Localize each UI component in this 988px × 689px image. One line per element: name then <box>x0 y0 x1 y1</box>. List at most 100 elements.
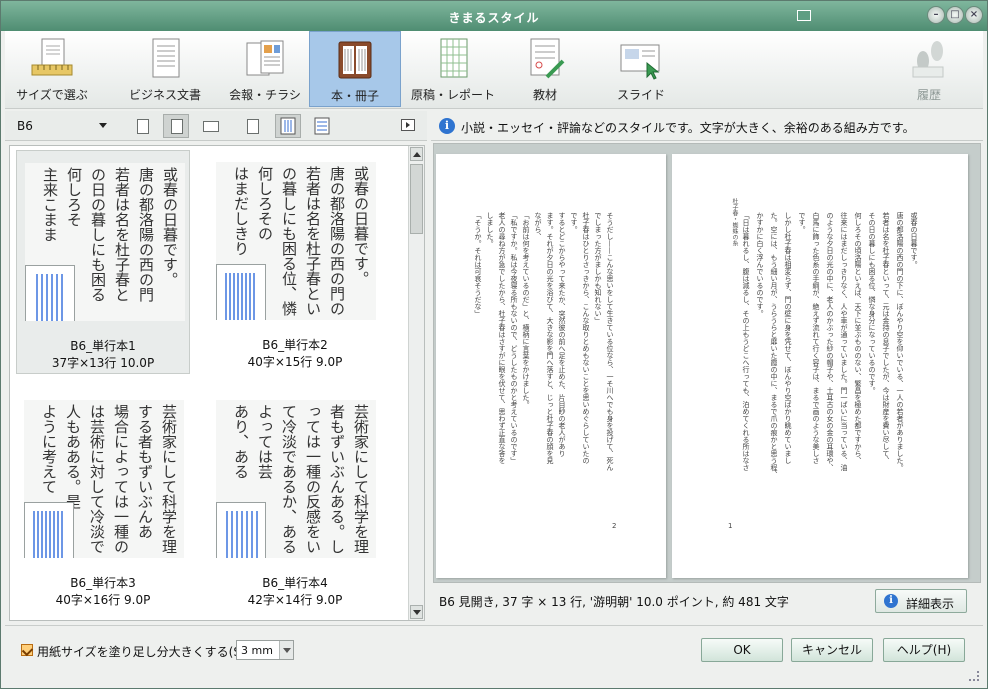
style-description: 小説・エッセイ・評論などのスタイルです。文字が大きく、余裕のある組み方です。 <box>461 121 915 135</box>
thumb-text-line: 唐の都洛陽の西の門の <box>328 166 346 316</box>
window-title: きまるスタイル <box>448 11 540 25</box>
teaching-material-icon <box>530 38 565 79</box>
description-bar: i 小説・エッセイ・評論などのスタイルです。文字が大きく、余裕のある組み方です。 <box>431 111 983 141</box>
ok-button[interactable]: OK <box>701 638 783 662</box>
thumb-text-line: 芸術家にして科学を理 <box>352 404 370 554</box>
info-icon: i <box>439 118 455 134</box>
spread-preview: そうだし——こんな思いをして生きている位なら、一そ川へでも身を投げて、死ん でし… <box>433 143 981 583</box>
view-vertical-lines-button[interactable] <box>275 114 301 138</box>
style-thumbnail: 或春の日暮です。 唐の都洛陽の西の門 若者は名を杜子春と の日の暮しにも困る 何… <box>25 163 185 321</box>
vertical-lines-icon <box>280 117 296 135</box>
tool-teaching[interactable]: 教材 <box>505 31 585 107</box>
tool-newsletter[interactable]: 会報・チラシ <box>219 31 311 107</box>
preview-text-line: です。 <box>798 212 806 233</box>
style-meta: 40字×15行 9.0P <box>247 355 343 369</box>
collapse-panel-button[interactable] <box>401 119 415 131</box>
chevron-down-icon <box>279 641 293 659</box>
style-thumbnail: 或春の日暮です。 唐の都洛陽の西の門の 若者は名を杜子春とい の暮しにも困る位、… <box>216 162 376 320</box>
preview-text-line: 「日は暮れるし、腹は減るし、その上もうどこへ行っても、泊めてくれる所はなさ <box>742 212 750 471</box>
preview-text-line: でしまった方がましかも知れない」 <box>594 212 602 324</box>
thumb-text-line: 場合によっては一種の反 <box>112 404 130 554</box>
tool-manuscript[interactable]: 原稿・レポート <box>403 31 503 107</box>
preview-text-line: のような夕日の光の中に、老人のかぶった紗の帽子や、土耳古の女の金の耳環や、 <box>826 212 834 471</box>
minimize-to-tray-icon[interactable] <box>797 10 811 21</box>
preview-text-line: 或春の日暮です。 <box>910 212 918 268</box>
details-button-label: 詳細表示 <box>906 597 955 611</box>
preview-text-line: 「そうか。それは可哀そうだな」 <box>474 212 482 317</box>
thumb-text-line: 或春の日暮です。 <box>161 167 179 287</box>
running-head: 杜子春・蜘蛛の糸 <box>731 198 738 246</box>
gallery-scrollbar[interactable] <box>408 146 424 620</box>
view-horizontal-lines-button[interactable] <box>309 114 335 138</box>
maximize-button[interactable]: □ <box>946 6 964 24</box>
preview-text-line: かすかに白く浮んでいるのです。 <box>756 212 764 317</box>
paper-size-select[interactable]: B6 <box>11 116 111 136</box>
style-meta: 42字×14行 9.0P <box>247 593 343 607</box>
manuscript-grid-icon <box>440 38 468 78</box>
cancel-button[interactable]: キャンセル <box>791 638 873 662</box>
tool-size[interactable]: サイズで選ぶ <box>5 31 99 107</box>
style-card[interactable]: 芸術家にして科学を理 する者もずいぶんある。 場合によっては一種の反 は芸術に対… <box>16 388 190 612</box>
main-window: きまるスタイル – □ × サイズで選ぶ ビジネス文書 会報・チラシ 本・冊子 … <box>0 0 988 689</box>
view-two-page-button[interactable] <box>241 114 267 138</box>
thumb-text-line: 若者は名を杜子春とい <box>304 166 322 316</box>
chevron-down-icon <box>99 123 107 128</box>
style-gallery: 或春の日暮です。 唐の都洛陽の西の門 若者は名を杜子春と の日の暮しにも困る 何… <box>9 145 425 621</box>
style-card[interactable]: 或春の日暮です。 唐の都洛陽の西の門の 若者は名を杜子春とい の暮しにも困る位、… <box>208 150 382 374</box>
tool-book[interactable]: 本・冊子 <box>309 31 401 107</box>
thumb-text-line: 若者は名を杜子春と <box>113 167 131 302</box>
view-portrait-button[interactable] <box>163 114 189 138</box>
tool-history: 履歴 <box>891 31 967 107</box>
thumb-text-line: は芸術に対して冷淡であ <box>88 404 106 554</box>
style-thumbnail: 芸術家にして科学を理 する者もずいぶんある。 場合によっては一種の反 は芸術に対… <box>24 400 184 558</box>
style-card[interactable]: 芸術家にして科学を理 者もずいぶんある。し っては一種の反感をい て冷淡であるか… <box>208 388 382 612</box>
style-meta: 37字×13行 10.0P <box>51 356 155 370</box>
style-name: B6_単行本4 <box>262 576 328 590</box>
footprints-icon <box>912 41 944 78</box>
scroll-down-button[interactable] <box>410 605 423 619</box>
bleed-checkbox-label[interactable]: 用紙サイズを塗り足し分大きくする(S) <box>37 643 246 660</box>
scroll-up-button[interactable] <box>410 147 423 161</box>
preview-text-line: ます。それが夕日の光を浴びて、大きな影を門へ落すと、じっと杜子春の顔を見 <box>546 212 554 464</box>
preview-text-line: 白馬に飾った色糸の手綱が、絶えず流れて行く容子は、まるで画のような美しさ <box>812 212 820 464</box>
info-icon: i <box>884 594 898 608</box>
preview-left-page: そうだし——こんな思いをして生きている位なら、一そ川へでも身を投げて、死ん でし… <box>436 154 666 578</box>
thumb-text-line: 芸術家にして科学を理 <box>160 404 178 554</box>
landscape-page-icon <box>203 121 219 132</box>
view-page-stack-button[interactable] <box>129 114 155 138</box>
preview-text-line: た。空には、もう細い月が、うらうらと靡いた霞の中に、まるで爪の痕かと思う程、 <box>770 212 778 478</box>
thumb-text-line: っては一種の反感をい <box>304 404 322 554</box>
scroll-thumb[interactable] <box>410 164 423 234</box>
thumb-text-line: 或春の日暮です。 <box>352 166 370 286</box>
tool-slide[interactable]: スライド <box>597 31 685 107</box>
newsletter-icon <box>246 40 284 76</box>
vertical-text-badge-icon <box>216 502 266 558</box>
vertical-text-badge-icon <box>216 264 266 320</box>
dialog-footer: 用紙サイズを塗り足し分大きくする(S) 3 mm OK キャンセル ヘルプ(H) <box>5 625 983 685</box>
preview-text-line: しかし杜子春は相変らず、門の壁に身を凭せて、ぼんやり空ばかり眺めていまし <box>784 212 792 464</box>
bleed-size-select[interactable]: 3 mm <box>236 640 294 660</box>
style-name: B6_単行本1 <box>70 339 136 353</box>
preview-text-line: です。 <box>570 212 578 233</box>
close-button[interactable]: × <box>965 6 983 24</box>
bleed-checkbox[interactable] <box>21 644 33 656</box>
style-meta: 40字×16行 9.0P <box>55 593 151 607</box>
style-card[interactable]: 或春の日暮です。 唐の都洛陽の西の門 若者は名を杜子春と の日の暮しにも困る 何… <box>16 150 190 374</box>
view-landscape-button[interactable] <box>197 114 223 138</box>
style-name: B6_単行本2 <box>262 338 328 352</box>
preview-text-line: するとどこからやって来たか、突然彼の前へ足を止めた、片目眇の老人があり <box>558 212 566 457</box>
thumb-text-line: する者もずいぶんある。 <box>136 404 154 539</box>
preview-text-line: 老人の尋ね方が急でしたから、杜子春はさすがに眼を伏せて、思わず正直な答を <box>498 212 506 464</box>
tool-business[interactable]: ビジネス文書 <box>119 31 211 107</box>
thumb-text-line: て冷淡であるか、ある <box>280 404 298 554</box>
thumb-text-line: の暮しにも困る位、憐 <box>280 166 298 316</box>
minimize-button[interactable]: – <box>927 6 945 24</box>
vertical-text-badge-icon <box>25 265 75 321</box>
layout-status: B6 見開き, 37 字 × 13 行, '游明朝' 10.0 ポイント, 約 … <box>439 595 789 609</box>
book-icon <box>338 41 372 79</box>
resize-grip-icon[interactable] <box>969 671 979 681</box>
help-button[interactable]: ヘルプ(H) <box>883 638 965 662</box>
title-bar[interactable]: きまるスタイル – □ × <box>1 1 987 31</box>
preview-text-line: そうだし——こんな思いをして生きている位なら、一そ川へでも身を投げて、死ん <box>606 212 614 471</box>
details-button[interactable]: i 詳細表示 <box>875 589 967 613</box>
